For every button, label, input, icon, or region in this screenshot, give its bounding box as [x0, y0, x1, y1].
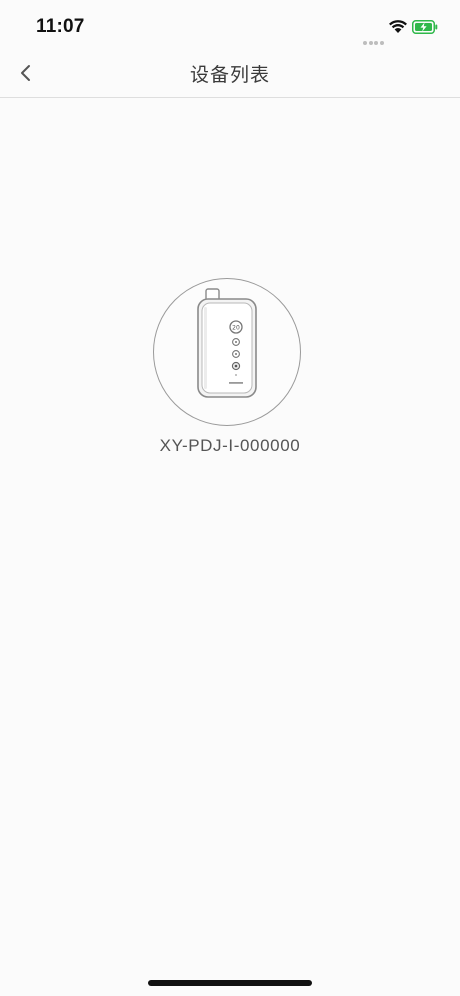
status-time: 11:07 — [36, 16, 85, 37]
page-title: 设备列表 — [189, 64, 270, 86]
portable-device-icon: 20 — [197, 288, 257, 398]
svg-text:20: 20 — [232, 325, 240, 332]
battery-charging-icon — [412, 20, 438, 34]
signal-dots-icon — [363, 30, 385, 45]
wifi-icon — [389, 20, 407, 33]
home-indicator[interactable] — [148, 980, 312, 986]
device-list-item[interactable]: 20 XY-PDJ-I-000000 — [130, 276, 330, 466]
device-name: XY-PDJ-I-000000 — [159, 436, 301, 455]
device-image-frame: 20 — [153, 278, 301, 426]
navigation-bar: 设备列表 — [0, 48, 460, 98]
status-bar: 11:07 — [0, 0, 460, 52]
